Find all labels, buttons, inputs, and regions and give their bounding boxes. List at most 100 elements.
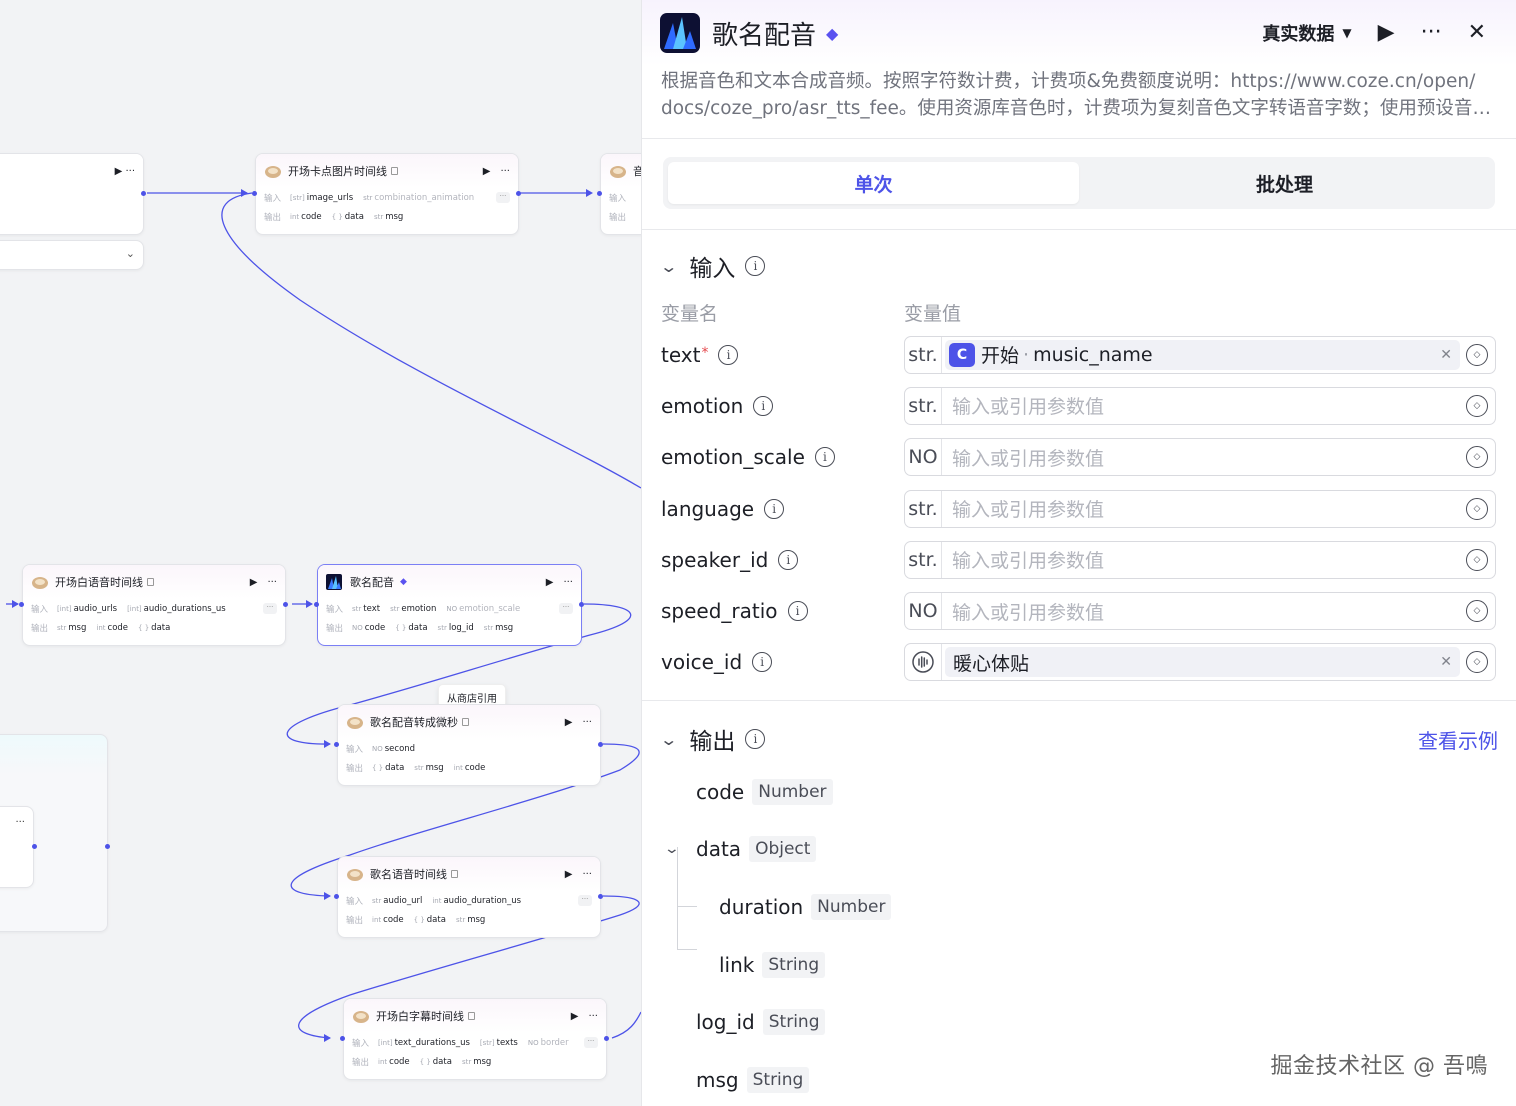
info-icon[interactable]: i bbox=[718, 344, 739, 365]
more-icon[interactable]: ··· bbox=[500, 166, 510, 177]
more-params[interactable]: ··· bbox=[496, 192, 510, 203]
more-icon[interactable]: ··· bbox=[15, 817, 25, 828]
emotion-field[interactable]: str. 输入或引用参数值 ◇ bbox=[904, 386, 1496, 425]
more-icon[interactable]: ··· bbox=[563, 577, 573, 588]
more-params[interactable]: ··· bbox=[578, 895, 592, 906]
port-dot[interactable] bbox=[516, 191, 521, 196]
clear-icon[interactable]: ✕ bbox=[1440, 347, 1452, 363]
info-icon[interactable]: i bbox=[745, 729, 766, 750]
run-node-icon[interactable]: ▶ bbox=[483, 166, 491, 177]
plugin-icon bbox=[31, 574, 49, 590]
port-dot[interactable] bbox=[283, 602, 288, 607]
workflow-node-partial[interactable]: 音 输入 输出 bbox=[600, 153, 641, 235]
node-title: 开场白语音时间线 bbox=[55, 576, 143, 589]
close-icon[interactable]: ✕ bbox=[1468, 22, 1486, 44]
workflow-node-song-dubbing-to-us[interactable]: 歌名配音转成微秒 ▶ ··· 输入 NO second 输出 { } data str… bbox=[337, 704, 601, 786]
variable-picker-icon[interactable]: ◇ bbox=[1466, 548, 1488, 571]
song-dubbing-logo-icon bbox=[326, 574, 344, 590]
port-dot[interactable] bbox=[334, 894, 339, 899]
workflow-node-song-dubbing[interactable]: 歌名配音 ◆ ▶ ··· 输入 str text str emotion NO emoti… bbox=[317, 564, 582, 646]
port-dot[interactable] bbox=[334, 742, 339, 747]
info-icon[interactable]: i bbox=[778, 549, 799, 570]
param-row-emotion-scale: emotion_scale i NO 输入或引用参数值 ◇ bbox=[642, 432, 1516, 483]
run-node-icon[interactable]: ▶ bbox=[565, 869, 573, 880]
info-icon[interactable]: i bbox=[745, 256, 766, 276]
port-dot[interactable] bbox=[252, 191, 257, 196]
port-dot[interactable] bbox=[340, 1036, 345, 1041]
speaker-id-field[interactable]: str. 输入或引用参数值 ◇ bbox=[904, 540, 1496, 579]
more-icon[interactable]: ··· bbox=[582, 717, 592, 728]
more-params[interactable]: ··· bbox=[584, 1037, 598, 1048]
workflow-node-song-voice-timeline[interactable]: 歌名语音时间线 ▶ ··· 输入 str audio_url int audio_du… bbox=[337, 856, 601, 938]
port-dot[interactable] bbox=[598, 742, 603, 747]
workflow-node-partial[interactable]: ▶ ··· bbox=[0, 153, 144, 235]
port-dot[interactable] bbox=[579, 602, 584, 607]
info-icon[interactable]: i bbox=[764, 498, 785, 519]
variable-picker-icon[interactable]: ◇ bbox=[1466, 600, 1488, 623]
doc-icon bbox=[468, 1012, 475, 1020]
output-section-header[interactable]: ⌄ 输出 i 查看示例 bbox=[642, 719, 1516, 759]
port-dot[interactable] bbox=[19, 602, 24, 607]
workflow-node-partial[interactable]: ··· bbox=[0, 806, 34, 888]
run-node-icon[interactable]: ▶ bbox=[546, 577, 554, 588]
output-item: link String bbox=[642, 936, 1516, 994]
variable-picker-icon[interactable]: ◇ bbox=[1466, 497, 1488, 520]
variable-picker-icon[interactable]: ◇ bbox=[1466, 446, 1488, 469]
workflow-canvas[interactable]: ▶ ··· ⌄ 开场卡点图片时间线 ▶ ··· 输入 [str] image_url… bbox=[0, 0, 641, 1106]
more-icon[interactable]: ··· bbox=[1421, 22, 1442, 44]
clear-icon[interactable]: ✕ bbox=[1440, 654, 1452, 670]
port-dot[interactable] bbox=[141, 191, 146, 196]
node-dropdown[interactable]: ⌄ bbox=[0, 240, 144, 270]
param-row-language: language i str. 输入或引用参数值 ◇ bbox=[642, 483, 1516, 534]
workflow-node-opening-voice-timeline[interactable]: 开场白语音时间线 ▶ ··· 输入 [int] audio_urls [int] au… bbox=[22, 564, 286, 646]
panel-description: 根据音色和文本合成音频。按照字符数计费，计费项&免费额度说明：https://w… bbox=[661, 71, 1496, 119]
data-mode-select[interactable]: 真实数据 ▼ bbox=[1262, 20, 1351, 46]
run-node-icon[interactable]: ▶ bbox=[571, 1011, 579, 1022]
run-icon[interactable]: ▶ bbox=[1378, 22, 1395, 44]
selected-voice[interactable]: 暖心体贴 ✕ bbox=[945, 647, 1460, 678]
voice-wave-icon[interactable] bbox=[905, 644, 942, 681]
info-icon[interactable]: i bbox=[787, 601, 808, 622]
plugin-icon bbox=[346, 714, 364, 730]
tab-batch[interactable]: 批处理 bbox=[1079, 162, 1490, 204]
doc-icon bbox=[147, 578, 154, 586]
port-dot[interactable] bbox=[604, 1036, 609, 1041]
port-dot[interactable] bbox=[598, 894, 603, 899]
port-dot[interactable] bbox=[32, 844, 37, 849]
port-dot[interactable] bbox=[105, 844, 110, 849]
run-node-icon[interactable]: ▶ bbox=[250, 577, 258, 588]
info-icon[interactable]: i bbox=[814, 447, 835, 468]
variable-picker-icon[interactable]: ◇ bbox=[1466, 343, 1488, 366]
run-node-icon[interactable]: ▶ bbox=[565, 717, 573, 728]
workflow-node-opening-subtitle-timeline[interactable]: 开场白字幕时间线 ▶ ··· 输入 [int] text_durations_us … bbox=[343, 998, 607, 1080]
tab-single[interactable]: 单次 bbox=[668, 162, 1079, 204]
text-field[interactable]: str. C 开始 · music_name ✕ ◇ bbox=[904, 335, 1496, 374]
output-item[interactable]: ⌄ data Object bbox=[642, 821, 1516, 879]
more-params[interactable]: ··· bbox=[559, 603, 573, 614]
port-dot[interactable] bbox=[314, 602, 319, 607]
song-dubbing-logo-icon bbox=[660, 13, 700, 53]
more-icon[interactable]: ··· bbox=[582, 869, 592, 880]
emotion-scale-field[interactable]: NO 输入或引用参数值 ◇ bbox=[904, 438, 1496, 477]
node-actions[interactable]: ▶ ··· bbox=[115, 166, 135, 177]
more-params[interactable]: ··· bbox=[263, 603, 277, 614]
speed-ratio-field[interactable]: NO 输入或引用参数值 ◇ bbox=[904, 592, 1496, 631]
info-icon[interactable]: i bbox=[753, 395, 774, 416]
workflow-node-opening-image-timeline[interactable]: 开场卡点图片时间线 ▶ ··· 输入 [str] image_urls str com… bbox=[255, 153, 519, 235]
variable-picker-icon[interactable]: ◇ bbox=[1466, 394, 1488, 417]
language-field[interactable]: str. 输入或引用参数值 ◇ bbox=[904, 489, 1496, 528]
view-example-link[interactable]: 查看示例 bbox=[1418, 725, 1498, 754]
input-section-header[interactable]: ⌄ 输入 i bbox=[642, 246, 1516, 286]
port-dot[interactable] bbox=[597, 191, 602, 196]
more-icon[interactable]: ··· bbox=[267, 577, 277, 588]
variable-picker-icon[interactable]: ◇ bbox=[1466, 651, 1488, 674]
output-item: log_id String bbox=[642, 993, 1516, 1051]
chevron-down-icon[interactable]: ⌄ bbox=[659, 257, 678, 276]
chevron-down-icon[interactable]: ⌄ bbox=[659, 730, 678, 749]
info-icon[interactable]: i bbox=[752, 652, 773, 673]
voice-id-field[interactable]: 暖心体贴 ✕ ◇ bbox=[904, 643, 1496, 682]
plugin-icon bbox=[346, 866, 364, 882]
param-row-speed-ratio: speed_ratio i NO 输入或引用参数值 ◇ bbox=[642, 585, 1516, 636]
more-icon[interactable]: ··· bbox=[588, 1011, 598, 1022]
variable-reference[interactable]: C 开始 · music_name ✕ bbox=[945, 339, 1460, 370]
